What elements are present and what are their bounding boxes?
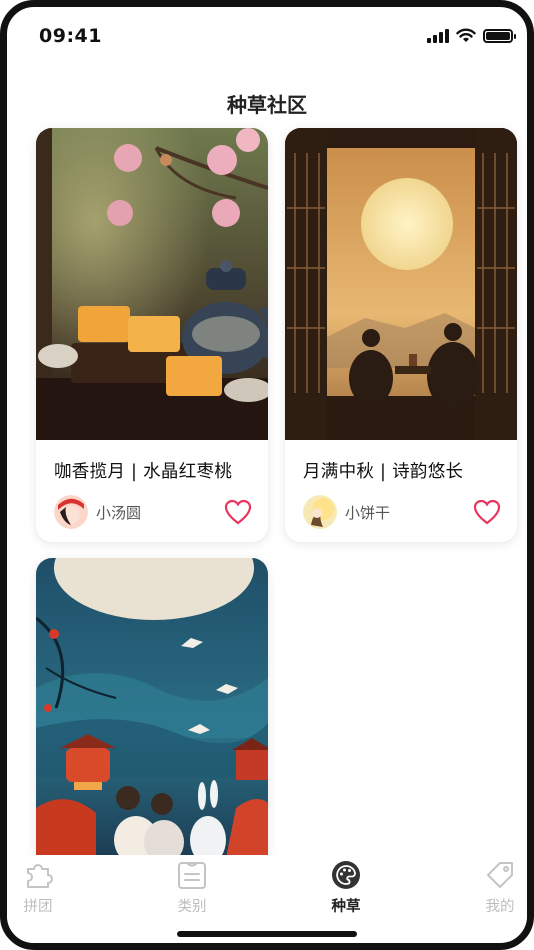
palette-icon	[332, 861, 360, 889]
tab-group-buy[interactable]: 拼团	[7, 859, 78, 916]
status-icons	[427, 28, 516, 43]
status-bar: 09:41	[7, 7, 527, 63]
tab-label: 拼团	[23, 899, 53, 915]
post-image-moon-window	[285, 128, 517, 440]
cellular-signal-icon	[427, 28, 449, 43]
heart-icon[interactable]	[224, 499, 252, 525]
battery-icon	[483, 28, 516, 43]
post-card[interactable]: 咖香揽月 | 水晶红枣桃 小汤圆	[36, 128, 268, 542]
avatar[interactable]	[303, 495, 337, 529]
post-title: 月满中秋 | 诗韵悠长	[303, 462, 464, 482]
heart-icon[interactable]	[473, 499, 501, 525]
wifi-icon	[456, 28, 476, 42]
tab-label: 我的	[485, 899, 515, 915]
status-time: 09:41	[39, 25, 102, 47]
tab-label: 种草	[331, 899, 361, 915]
avatar[interactable]	[54, 495, 88, 529]
post-card[interactable]	[36, 558, 268, 858]
post-card[interactable]: 月满中秋 | 诗韵悠长 小饼干	[285, 128, 517, 542]
post-title: 咖香揽月 | 水晶红枣桃	[54, 462, 233, 482]
page-title: 种草社区	[227, 93, 307, 117]
phone-frame: 09:41 种草社区 咖香揽月 | 水晶红枣桃 小汤圆 月满中秋 | 诗韵悠长 …	[0, 0, 534, 950]
price-tag-icon	[487, 862, 513, 888]
tab-recommend[interactable]: 种草	[306, 859, 386, 916]
tab-mine[interactable]: 我的	[460, 859, 527, 916]
home-indicator[interactable]	[177, 931, 357, 937]
tab-category[interactable]: 类别	[152, 859, 232, 916]
post-image-mooncake-tea	[36, 128, 268, 440]
author-name: 小饼干	[345, 503, 391, 522]
category-list-icon	[178, 862, 206, 889]
puzzle-icon	[27, 864, 53, 888]
author-name: 小汤圆	[96, 503, 142, 522]
bottom-tab-bar: 拼团 类别 种草 我的	[7, 855, 527, 943]
tab-label: 类别	[177, 899, 207, 915]
post-image-rabbit-lantern	[36, 558, 268, 858]
